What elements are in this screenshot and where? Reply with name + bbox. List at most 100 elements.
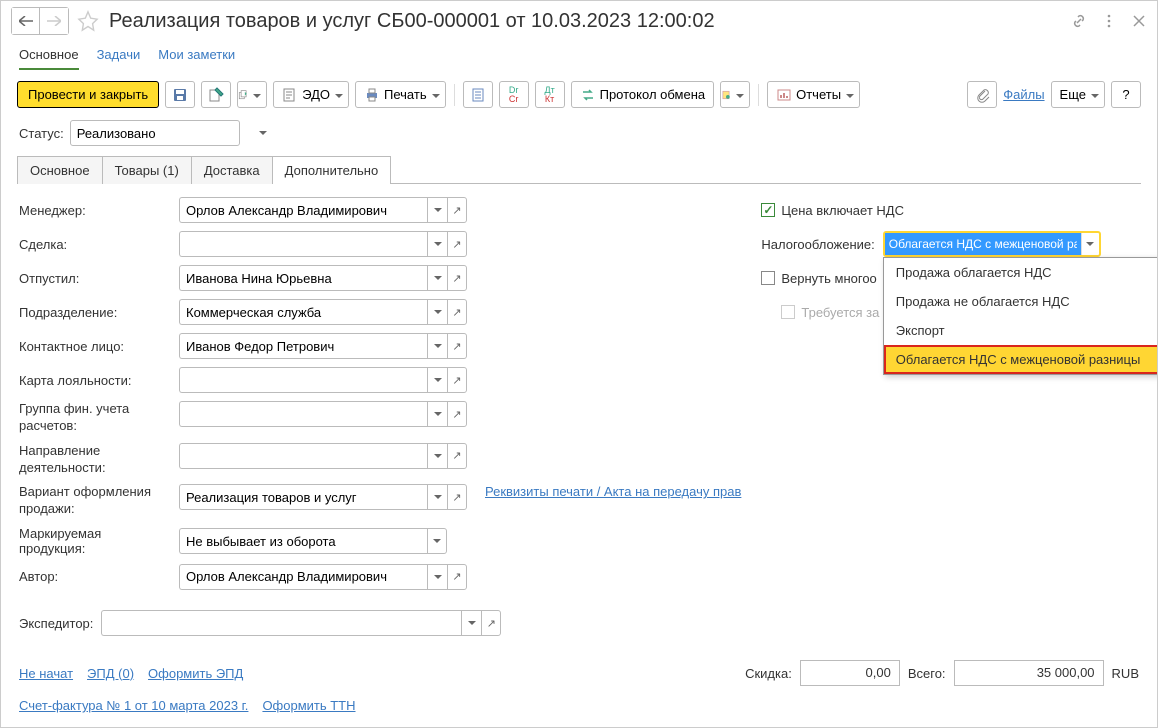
kebab-menu-icon[interactable] xyxy=(1101,13,1117,29)
department-chevron[interactable] xyxy=(427,299,447,325)
subtab-additional[interactable]: Дополнительно xyxy=(272,156,392,184)
print-label: Печать xyxy=(384,87,427,102)
taxation-option-3[interactable]: Экспорт xyxy=(884,316,1157,345)
manager-chevron[interactable] xyxy=(427,197,447,223)
print-details-link[interactable]: Реквизиты печати / Акта на передачу прав xyxy=(485,484,741,499)
post-and-close-button[interactable]: Провести и закрыть xyxy=(17,81,159,108)
loyalty-label: Карта лояльности: xyxy=(19,373,171,388)
taxation-option-1[interactable]: Продажа облагается НДС xyxy=(884,258,1157,287)
files-link[interactable]: Файлы xyxy=(1003,87,1044,102)
reports-icon xyxy=(776,87,792,103)
return-reusable-checkbox[interactable] xyxy=(761,271,775,285)
department-input[interactable] xyxy=(179,299,427,325)
fingroup-chevron[interactable] xyxy=(427,401,447,427)
create-based-icon xyxy=(238,87,248,103)
taxation-option-4[interactable]: Облагается НДС с межценовой разницы xyxy=(884,345,1157,374)
status-field[interactable] xyxy=(71,121,259,145)
loyalty-open[interactable]: ↗ xyxy=(447,367,467,393)
department-label: Подразделение: xyxy=(19,305,171,320)
print-icon xyxy=(364,87,380,103)
deposit-required-label: Требуется за xyxy=(801,305,879,320)
taxation-label: Налогообложение: xyxy=(761,237,874,252)
contact-label: Контактное лицо: xyxy=(19,339,171,354)
contact-chevron[interactable] xyxy=(427,333,447,359)
topnav-notes[interactable]: Мои заметки xyxy=(158,41,235,70)
taxation-input[interactable] xyxy=(885,233,1081,255)
dt-kt-icon: ДтКт xyxy=(545,86,555,104)
reports-label: Отчеты xyxy=(796,87,841,102)
report-icon-button-1[interactable] xyxy=(463,81,493,108)
expeditor-open[interactable]: ↗ xyxy=(481,610,501,636)
save-icon xyxy=(172,87,188,103)
reports-button[interactable]: Отчеты xyxy=(767,81,860,108)
expeditor-chevron[interactable] xyxy=(461,610,481,636)
print-button[interactable]: Печать xyxy=(355,81,446,108)
expeditor-input[interactable] xyxy=(101,610,461,636)
deal-input[interactable] xyxy=(179,231,427,257)
debit-credit-alt-button[interactable]: ДтКт xyxy=(535,81,565,108)
topnav-main[interactable]: Основное xyxy=(19,41,79,70)
close-icon[interactable] xyxy=(1131,13,1147,29)
direction-open[interactable]: ↗ xyxy=(447,443,467,469)
epd-link[interactable]: ЭПД (0) xyxy=(87,666,134,681)
marked-label: Маркируемая продукция: xyxy=(19,526,171,556)
fingroup-open[interactable]: ↗ xyxy=(447,401,467,427)
marked-input[interactable] xyxy=(179,528,427,554)
price-includes-vat-checkbox[interactable] xyxy=(761,203,775,217)
help-button[interactable]: ? xyxy=(1111,81,1141,108)
arrow-left-icon xyxy=(19,16,33,26)
deal-chevron[interactable] xyxy=(427,231,447,257)
loyalty-input[interactable] xyxy=(179,367,427,393)
topnav-tasks[interactable]: Задачи xyxy=(97,41,141,70)
edo-button[interactable]: ЭДО xyxy=(273,81,349,108)
invoice-link[interactable]: Счет-фактура № 1 от 10 марта 2023 г. xyxy=(19,698,248,713)
manager-open[interactable]: ↗ xyxy=(447,197,467,223)
variant-input[interactable] xyxy=(179,484,427,510)
deposit-required-checkbox xyxy=(781,305,795,319)
manager-input[interactable] xyxy=(179,197,427,223)
save-button[interactable] xyxy=(165,81,195,108)
not-started-link[interactable]: Не начат xyxy=(19,666,73,681)
deal-open[interactable]: ↗ xyxy=(447,231,467,257)
more-button[interactable]: Еще xyxy=(1051,81,1105,108)
loyalty-chevron[interactable] xyxy=(427,367,447,393)
taxation-option-2[interactable]: Продажа не облагается НДС xyxy=(884,287,1157,316)
direction-chevron[interactable] xyxy=(427,443,447,469)
star-icon[interactable] xyxy=(75,10,99,32)
form-epd-link[interactable]: Оформить ЭПД xyxy=(148,666,243,681)
nav-forward-button[interactable] xyxy=(40,8,68,34)
contact-input[interactable] xyxy=(179,333,427,359)
protocol-button[interactable]: Протокол обмена xyxy=(571,81,715,108)
released-chevron[interactable] xyxy=(427,265,447,291)
author-input[interactable] xyxy=(179,564,427,590)
author-chevron[interactable] xyxy=(427,564,447,590)
status-chevron[interactable] xyxy=(259,121,267,145)
create-based-on-button[interactable] xyxy=(237,81,267,108)
discount-label: Скидка: xyxy=(745,666,792,681)
nav-back-button[interactable] xyxy=(12,8,40,34)
direction-input[interactable] xyxy=(179,443,427,469)
taxation-chevron[interactable] xyxy=(1081,233,1099,255)
attach-button[interactable] xyxy=(967,81,997,108)
subtab-goods[interactable]: Товары (1) xyxy=(102,156,192,184)
released-label: Отпустил: xyxy=(19,271,171,286)
subtab-main[interactable]: Основное xyxy=(17,156,103,184)
contact-open[interactable]: ↗ xyxy=(447,333,467,359)
additional-action-button[interactable] xyxy=(720,81,750,108)
department-open[interactable]: ↗ xyxy=(447,299,467,325)
released-open[interactable]: ↗ xyxy=(447,265,467,291)
author-open[interactable]: ↗ xyxy=(447,564,467,590)
post-button[interactable] xyxy=(201,81,231,108)
discount-value: 0,00 xyxy=(800,660,900,686)
subtab-delivery[interactable]: Доставка xyxy=(191,156,273,184)
released-input[interactable] xyxy=(179,265,427,291)
return-reusable-label: Вернуть многоо xyxy=(781,271,876,286)
fingroup-input[interactable] xyxy=(179,401,427,427)
variant-chevron[interactable] xyxy=(427,484,447,510)
debit-credit-button[interactable]: DrCr xyxy=(499,81,529,108)
marked-chevron[interactable] xyxy=(427,528,447,554)
variant-open[interactable]: ↗ xyxy=(447,484,467,510)
link-icon[interactable] xyxy=(1071,13,1087,29)
arrow-right-icon xyxy=(47,16,61,26)
form-ttn-link[interactable]: Оформить ТТН xyxy=(262,698,355,713)
